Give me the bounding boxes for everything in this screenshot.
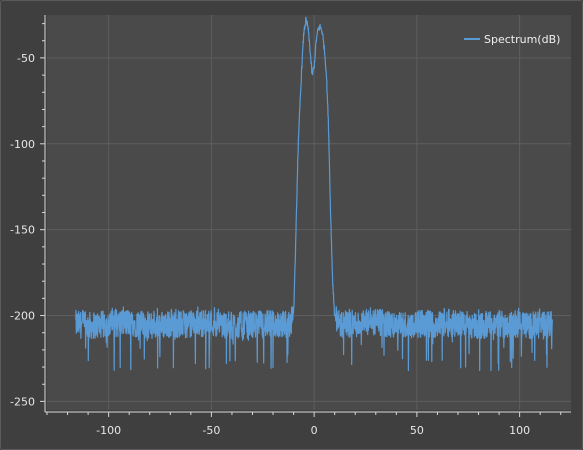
y-tick-label: -50 [17,52,35,65]
x-tick-label: 100 [509,424,530,437]
legend-label-spectrum: Spectrum(dB) [484,33,560,46]
chart-frame: -100 -50 0 50 100 -50 -100 -150 -200 -250 Spectr… [0,0,583,450]
x-tick-label: -100 [96,424,121,437]
plot-area [47,15,571,410]
x-tick-label: -50 [202,424,220,437]
y-tick-label: -150 [10,224,35,237]
y-tick-label: -100 [10,138,35,151]
x-tick-label: 0 [311,424,318,437]
y-tick-label: -200 [10,310,35,323]
x-tick-label: 50 [410,424,424,437]
y-axis-ticks: -50 -100 -150 -200 -250 [10,23,45,408]
spectrum-chart: -100 -50 0 50 100 -50 -100 -150 -200 -250 Spectr… [10,15,571,437]
y-tick-label: -250 [10,395,35,408]
x-axis-ticks: -100 -50 0 50 100 [46,412,562,437]
